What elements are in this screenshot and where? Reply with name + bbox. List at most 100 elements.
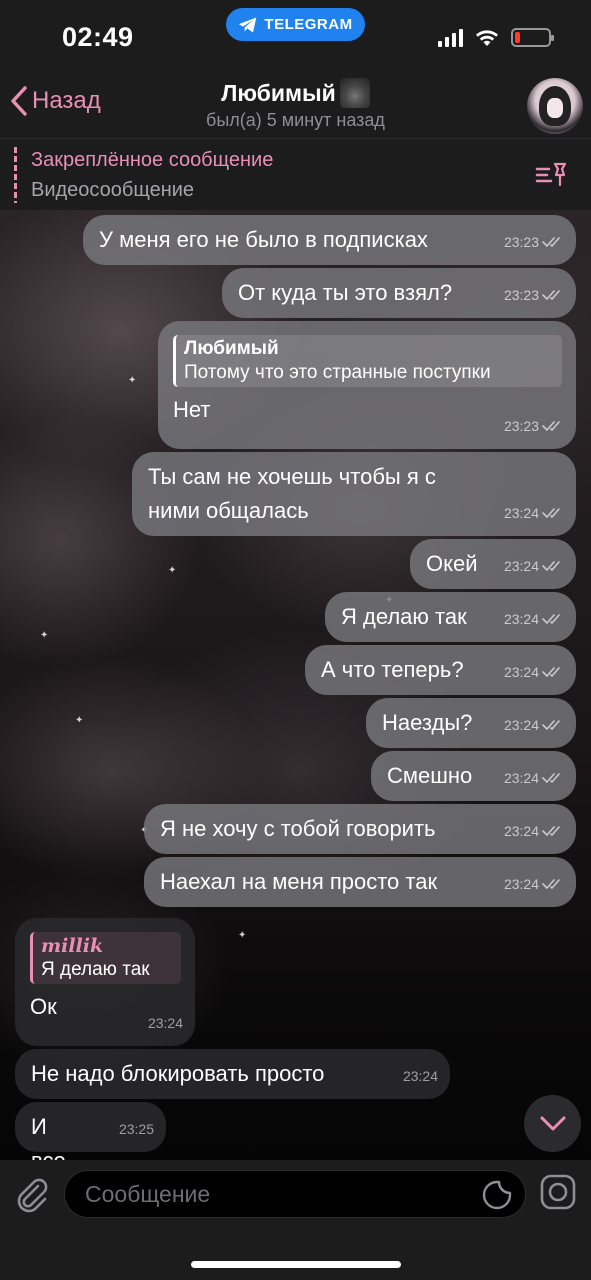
sticker-icon[interactable] (481, 1179, 513, 1211)
outgoing-message[interactable]: Я делаю так 23:24 (325, 592, 576, 642)
telegram-pill-label: TELEGRAM (264, 16, 353, 33)
message-text: Ты сам не хочешь чтобы я с ними общалась (148, 464, 436, 523)
sparkle-icon: ✦ (128, 375, 137, 386)
message-meta: 23:24 (504, 602, 564, 636)
message-meta: 23:24 (504, 655, 564, 689)
outgoing-message[interactable]: Любимый Потому что это странные поступки Н… (158, 321, 576, 449)
message-time: 23:24 (503, 876, 539, 892)
double-check-icon (542, 878, 564, 890)
message-meta: 23:24 (504, 761, 564, 795)
double-check-icon (542, 420, 564, 432)
outgoing-message[interactable]: Окей 23:24 (410, 539, 576, 589)
battery-level (515, 32, 520, 43)
double-check-icon (542, 825, 564, 837)
chat-header: Назад Любимый был(а) 5 минут назад (0, 76, 591, 138)
chat-title: Любимый (221, 79, 336, 106)
signal-icon (438, 28, 463, 47)
message-time: 23:24 (503, 770, 539, 786)
message-time: 23:23 (503, 287, 539, 303)
message-text: От куда ты это взял? (238, 280, 453, 305)
pinned-indicator (14, 147, 17, 203)
message-meta: 23:24 (504, 814, 564, 848)
outgoing-message[interactable]: А что теперь? 23:24 (305, 645, 576, 695)
reply-author: Любимый (184, 338, 279, 359)
message-time: 23:24 (503, 611, 539, 627)
sparkle-icon: ✦ (238, 930, 247, 941)
chevron-down-icon (540, 1116, 565, 1130)
message-meta: 23:24 (148, 1006, 183, 1040)
message-time: 23:24 (147, 1015, 183, 1031)
composer-bar: Сообщение (0, 1160, 591, 1280)
message-time: 23:24 (402, 1068, 438, 1084)
telegram-pill[interactable]: TELEGRAM (226, 8, 365, 41)
message-time: 23:24 (503, 558, 539, 574)
scroll-to-bottom-button[interactable] (524, 1095, 581, 1152)
message-meta: 23:23 (504, 278, 564, 312)
message-meta: 23:24 (504, 549, 564, 583)
outgoing-message[interactable]: Смешно 23:24 (371, 751, 576, 801)
message-text: Я делаю так (341, 604, 467, 629)
avatar[interactable] (527, 78, 583, 134)
last-seen-status: был(а) 5 минут назад (206, 110, 385, 130)
incoming-message[interactable]: millik Я делаю так Ок 23:24 (15, 918, 195, 1046)
reply-preview[interactable]: Любимый Потому что это странные поступки (173, 335, 562, 387)
sparkle-icon: ✦ (40, 630, 49, 641)
video-message-icon[interactable] (540, 1174, 576, 1210)
reply-author: millik (41, 935, 104, 957)
sparkle-icon: ✦ (75, 715, 84, 726)
outgoing-message[interactable]: Я не хочу с тобой говорить 23:24 (144, 804, 576, 854)
message-text: Наехал на меня просто так (160, 869, 438, 894)
double-check-icon (542, 507, 564, 519)
chat-title-area[interactable]: Любимый был(а) 5 минут назад (0, 78, 591, 131)
reply-preview[interactable]: millik Я делаю так (30, 932, 181, 984)
reply-text: Потому что это странные поступки (184, 362, 491, 383)
message-time: 23:24 (503, 505, 539, 521)
battery-icon (511, 28, 554, 47)
outgoing-message[interactable]: Наезды? 23:24 (366, 698, 576, 748)
message-time: 23:24 (503, 664, 539, 680)
message-time: 23:23 (503, 234, 539, 250)
message-text: А что теперь? (321, 657, 464, 682)
message-input[interactable]: Сообщение (64, 1170, 526, 1218)
sparkle-icon: ✦ (168, 565, 177, 576)
message-text: Я не хочу с тобой говорить (160, 816, 436, 841)
double-check-icon (542, 560, 564, 572)
message-time: 23:23 (503, 418, 539, 434)
message-time: 23:24 (503, 717, 539, 733)
message-meta: 23:24 (504, 867, 564, 901)
message-text: Не надо блокировать просто (31, 1061, 325, 1086)
pinned-title: Закреплённое сообщение (31, 149, 274, 171)
outgoing-message[interactable]: Наехал на меня просто так 23:24 (144, 857, 576, 907)
cat-emoji-icon (339, 78, 370, 108)
message-meta: 23:23 (504, 225, 564, 259)
incoming-message[interactable]: И все23:25 (15, 1102, 166, 1173)
double-check-icon (542, 289, 564, 301)
wifi-icon (476, 29, 498, 46)
pinned-list-icon[interactable] (535, 161, 569, 189)
message-time: 23:24 (503, 823, 539, 839)
message-input-placeholder: Сообщение (85, 1181, 211, 1207)
pinned-message-bar[interactable]: Закреплённое сообщение Видеосообщение (0, 138, 591, 210)
message-meta: 23:24 (504, 708, 564, 742)
outgoing-message[interactable]: У меня его не было в подписках 23:23 (83, 215, 576, 265)
message-text: Окей (426, 551, 478, 576)
double-check-icon (542, 666, 564, 678)
outgoing-message[interactable]: От куда ты это взял? 23:23 (222, 268, 576, 318)
pinned-text: Видеосообщение (31, 179, 195, 201)
reply-text: Я делаю так (41, 959, 150, 980)
paperclip-icon[interactable] (14, 1176, 50, 1214)
clock: 02:49 (62, 22, 134, 52)
message-time: 23:25 (118, 1121, 154, 1137)
incoming-message[interactable]: Не надо блокировать просто 23:24 (15, 1049, 450, 1099)
double-check-icon (542, 772, 564, 784)
double-check-icon (542, 719, 564, 731)
message-meta: 23:24 (504, 496, 564, 530)
double-check-icon (542, 236, 564, 248)
outgoing-message[interactable]: Ты сам не хочешь чтобы я с ними общалась… (132, 452, 576, 536)
message-meta: 23:23 (504, 409, 564, 443)
double-check-icon (542, 613, 564, 625)
status-bar: 02:49 TELEGRAM (0, 0, 591, 76)
home-indicator (191, 1261, 401, 1268)
message-meta: 23:24 (403, 1059, 438, 1093)
message-text: Наезды? (382, 710, 473, 735)
